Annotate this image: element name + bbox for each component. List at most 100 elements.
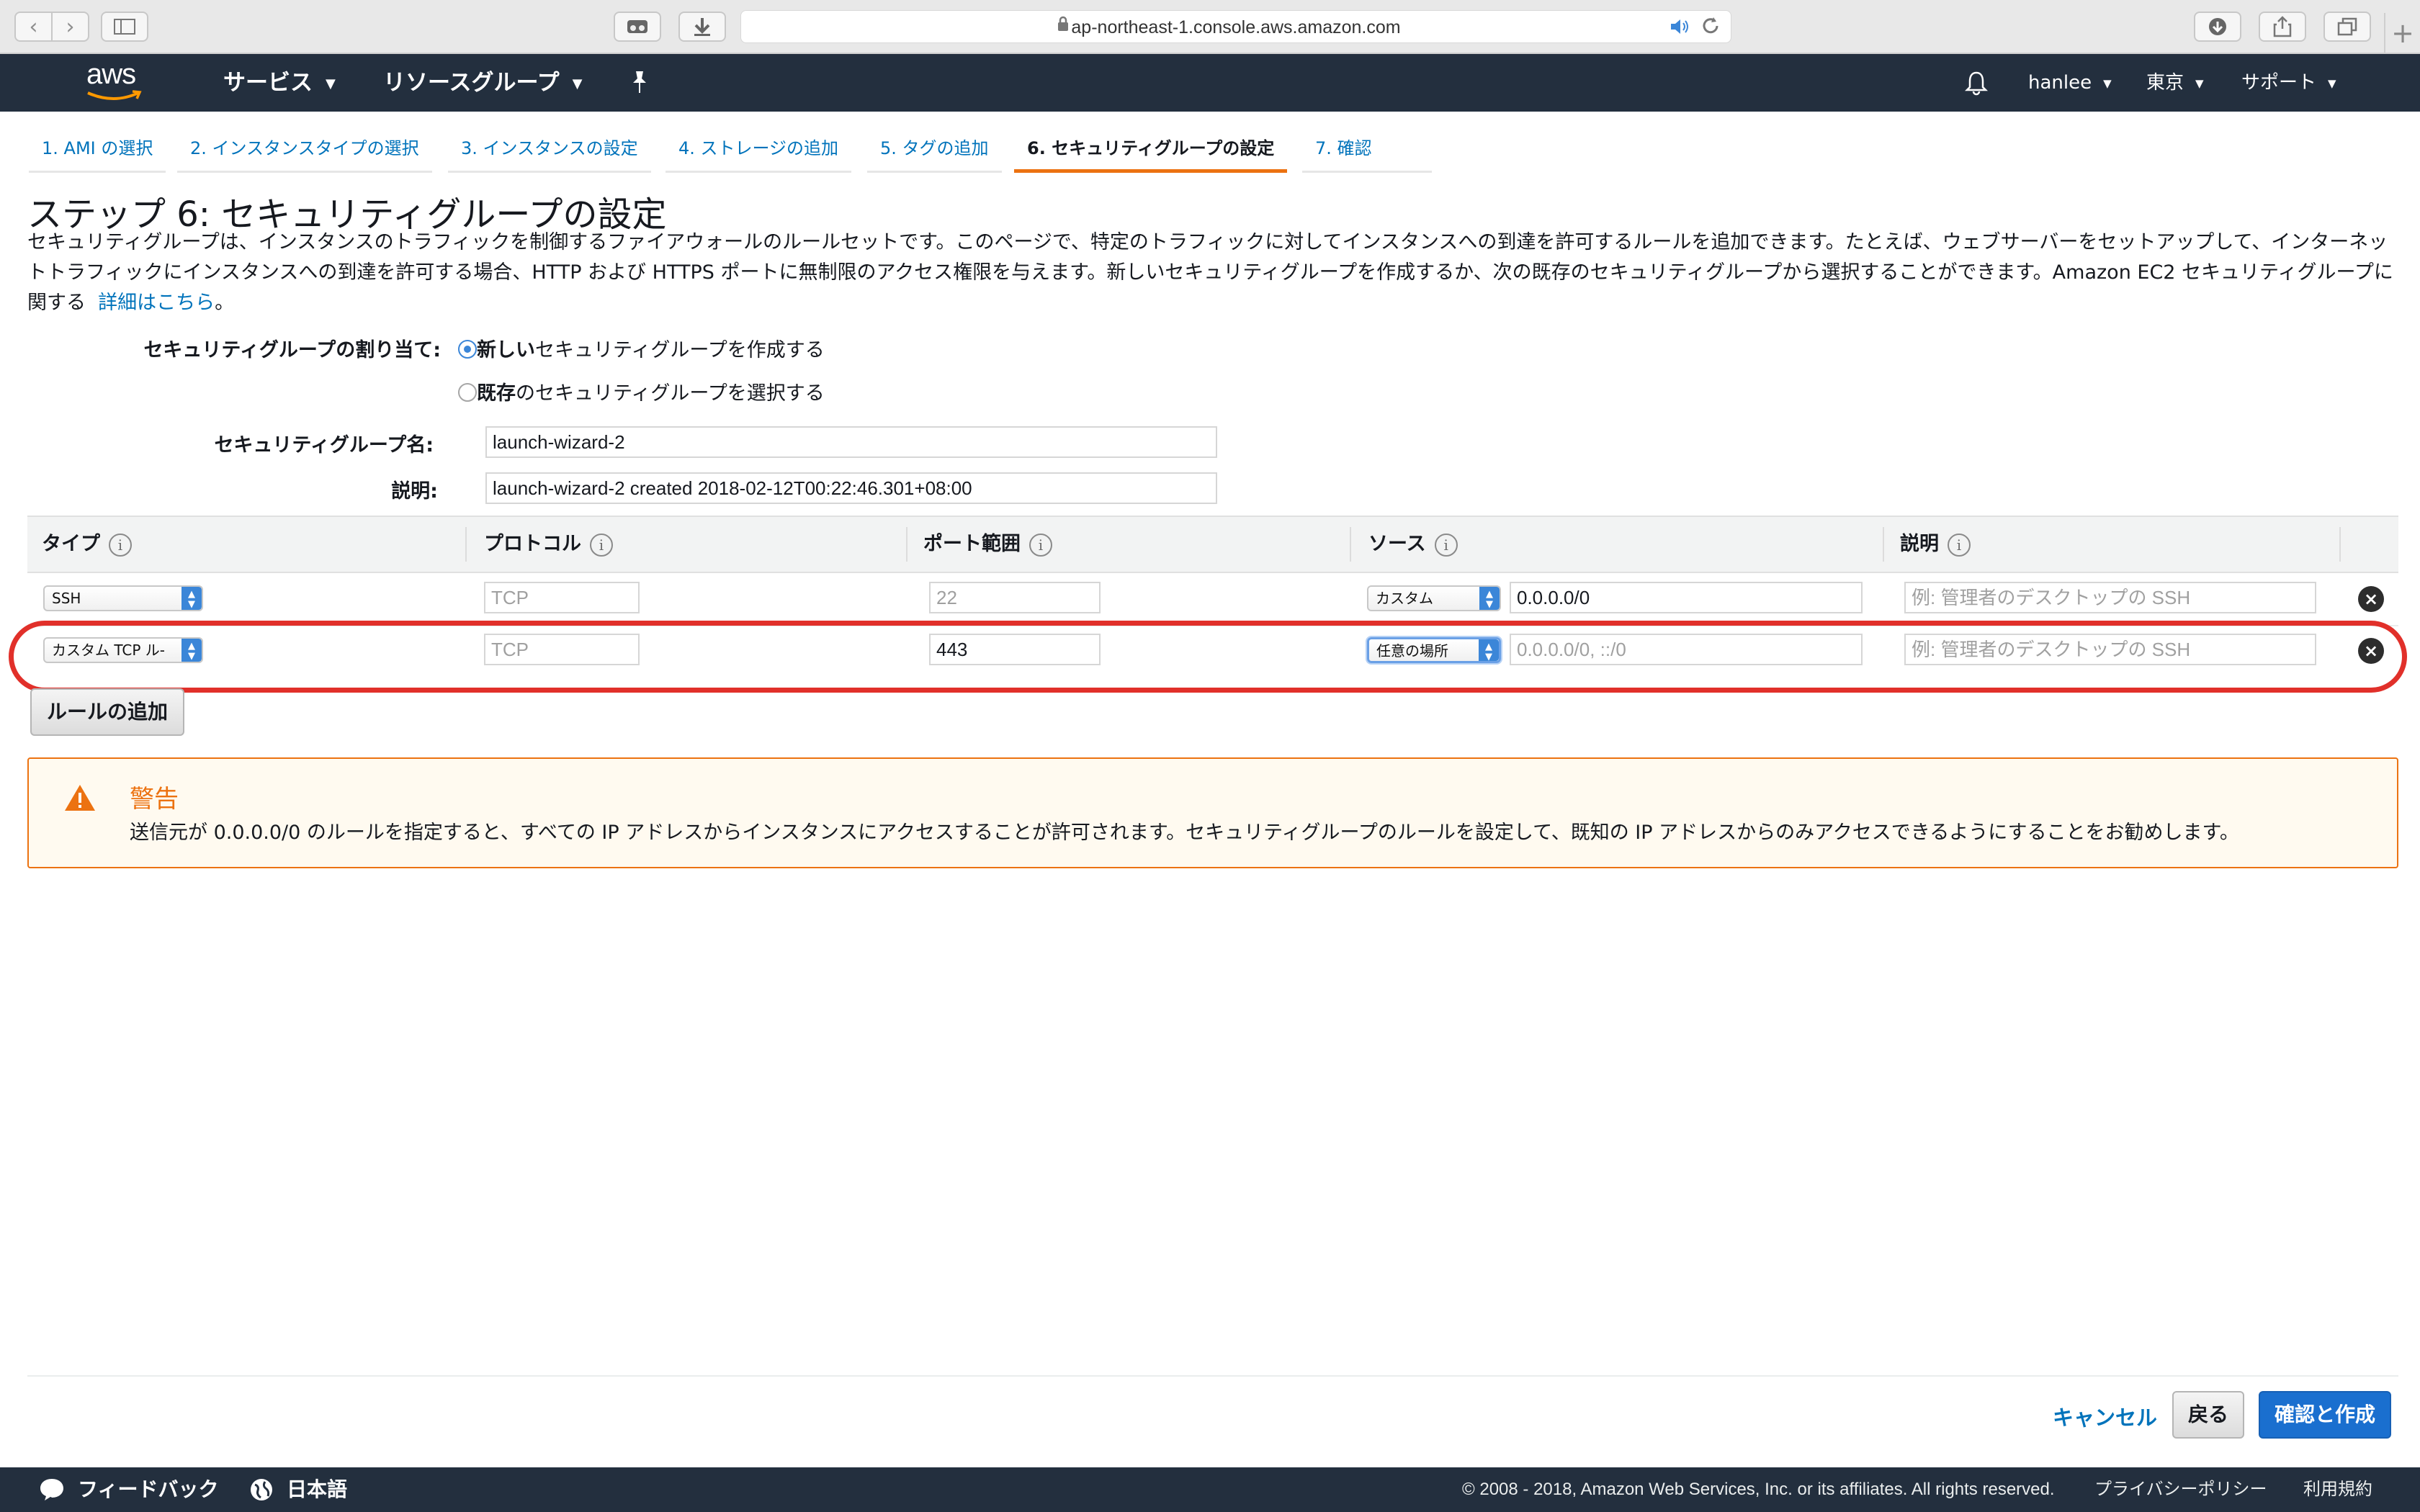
select-arrows-icon: ▲ ▼ <box>1479 587 1500 610</box>
group-desc-label: 説明: <box>391 480 438 503</box>
address-bar[interactable]: ap-northeast-1.console.aws.amazon.com <box>740 10 1731 43</box>
row1-remove-icon[interactable]: × <box>2358 586 2384 612</box>
info-icon[interactable]: i <box>1029 533 1052 557</box>
services-menu[interactable]: サービス ▼ <box>223 54 336 112</box>
chevron-down-icon: ▼ <box>572 76 583 91</box>
share-icon[interactable] <box>2259 12 2306 42</box>
header-description-label: 説明 <box>1900 533 1939 555</box>
warning-text: 送信元が 0.0.0.0/0 のルールを指定すると、すべての IP アドレスから… <box>130 822 2239 844</box>
tab-tags[interactable]: 5. タグの追加 <box>867 128 1002 173</box>
radio-new-bold: 新しい <box>477 339 535 361</box>
support-menu[interactable]: サポート ▼ <box>2241 54 2336 112</box>
radio-new-group[interactable] <box>458 340 477 359</box>
region-label: 東京 <box>2146 72 2184 94</box>
lock-icon <box>1058 16 1068 31</box>
reader-icon[interactable] <box>614 12 661 42</box>
assign-label: セキュリティグループの割り当て: <box>143 339 441 361</box>
url-text: ap-northeast-1.console.aws.amazon.com <box>1071 17 1401 37</box>
tab-storage[interactable]: 4. ストレージの追加 <box>666 128 852 173</box>
header-protocol: プロトコル i <box>484 517 613 572</box>
column-divider <box>1350 527 1351 562</box>
chevron-down-icon: ▼ <box>2328 76 2336 90</box>
row1-type-select[interactable]: SSH ▲ ▼ <box>43 585 203 611</box>
rules-table-header: タイプ i プロトコル i ポート範囲 i ソース i 説明 i <box>27 516 2398 573</box>
reload-icon[interactable] <box>1701 16 1720 36</box>
highlight-annotation <box>9 621 2407 693</box>
actions-divider <box>27 1375 2398 1377</box>
row1-port-field: 22 <box>929 582 1101 613</box>
radio-existing-bold: 既存 <box>477 382 516 405</box>
header-type: タイプ i <box>42 517 132 572</box>
aws-navbar: aws サービス ▼ リソースグループ ▼ hanlee ▼ 東京 ▼ サポート ▼ <box>0 54 2420 112</box>
group-desc-input[interactable]: launch-wizard-2 created 2018-02-12T00:22… <box>485 472 1217 504</box>
aws-logo[interactable]: aws <box>84 58 148 104</box>
browser-nav-buttons: ‹ › <box>14 12 89 42</box>
info-icon[interactable]: i <box>1434 533 1458 557</box>
download-arrow-icon[interactable] <box>678 12 726 42</box>
warning-title: 警告 <box>130 785 179 814</box>
page-description: セキュリティグループは、インスタンスのトラフィックを制御するファイアウォールのル… <box>27 228 2397 318</box>
header-source: ソース i <box>1368 517 1458 572</box>
header-source-label: ソース <box>1368 533 1426 555</box>
user-name: hanlee <box>2028 72 2092 94</box>
feedback-link[interactable]: フィードバック <box>78 1467 218 1512</box>
group-name-input[interactable]: launch-wizard-2 <box>485 426 1217 458</box>
row1-source-select[interactable]: カスタム ▲ ▼ <box>1367 585 1501 611</box>
radio-existing-group[interactable] <box>458 383 477 402</box>
browser-toolbar: ‹ › ap-northeast-1.console.aws.amazon.co… <box>0 0 2420 54</box>
aws-smile-icon <box>87 90 142 100</box>
tab-review[interactable]: 7. 確認 <box>1302 128 1432 173</box>
radio-new-rest: セキュリティグループを作成する <box>535 339 825 361</box>
chevron-down-icon: ▼ <box>326 76 336 91</box>
back-button[interactable]: 戻る <box>2172 1391 2244 1439</box>
row1-source-select-value: カスタム <box>1376 590 1433 607</box>
header-protocol-label: プロトコル <box>484 533 581 555</box>
row1-type-value: SSH <box>52 590 81 607</box>
group-name-label: セキュリティグループ名: <box>214 434 434 456</box>
resource-groups-menu[interactable]: リソースグループ ▼ <box>383 54 582 112</box>
region-menu[interactable]: 東京 ▼ <box>2146 54 2204 112</box>
row1-source-input[interactable]: 0.0.0.0/0 <box>1510 582 1863 613</box>
select-arrows-icon: ▲ ▼ <box>182 587 202 610</box>
header-type-label: タイプ <box>42 533 100 555</box>
header-port-label: ポート範囲 <box>923 533 1021 555</box>
info-icon[interactable]: i <box>1948 533 1971 557</box>
privacy-policy-link[interactable]: プライバシーポリシー <box>2094 1467 2267 1512</box>
user-menu[interactable]: hanlee ▼ <box>2028 54 2112 112</box>
forward-arrow-icon[interactable]: › <box>51 13 88 40</box>
tab-ami[interactable]: 1. AMI の選択 <box>29 128 166 173</box>
info-icon[interactable]: i <box>590 533 613 557</box>
footer: フィードバック 日本語 © 2008 - 2018, Amazon Web Se… <box>0 1467 2420 1512</box>
details-link[interactable]: 詳細はこちら <box>98 292 215 314</box>
tab-instance-config[interactable]: 3. インスタンスの設定 <box>448 128 651 173</box>
cancel-button[interactable]: キャンセル <box>2053 1401 2157 1431</box>
row1-description-input[interactable]: 例: 管理者のデスクトップの SSH <box>1904 582 2316 613</box>
tab-security-group[interactable]: 6. セキュリティグループの設定 <box>1014 128 1288 173</box>
bell-icon[interactable] <box>1965 70 1988 96</box>
header-port-range: ポート範囲 i <box>923 517 1052 572</box>
tab-instance-type[interactable]: 2. インスタンスタイプの選択 <box>177 128 432 173</box>
column-divider <box>1883 527 1884 562</box>
review-and-launch-button[interactable]: 確認と作成 <box>2259 1391 2391 1439</box>
info-icon[interactable]: i <box>109 533 132 557</box>
tabs-overview-icon[interactable] <box>2323 12 2371 42</box>
sidebar-toggle-icon[interactable] <box>101 12 148 42</box>
language-selector[interactable]: 日本語 <box>287 1467 347 1512</box>
terms-link[interactable]: 利用規約 <box>2303 1467 2372 1512</box>
back-arrow-icon[interactable]: ‹ <box>16 13 51 40</box>
chevron-down-icon: ▼ <box>2103 76 2112 90</box>
chevron-down-icon: ▼ <box>2195 76 2204 90</box>
radio-new-label: 新しいセキュリティグループを作成する <box>477 334 825 362</box>
description-period: 。 <box>215 292 235 314</box>
downloads-icon[interactable] <box>2194 12 2241 42</box>
new-tab-plus-icon[interactable]: + <box>2384 13 2420 53</box>
speaker-icon[interactable] <box>1670 17 1690 36</box>
services-label: サービス <box>223 70 313 96</box>
warning-icon <box>65 785 95 811</box>
column-divider <box>465 527 467 562</box>
add-rule-button[interactable]: ルールの追加 <box>30 688 184 736</box>
pin-icon[interactable] <box>629 70 650 94</box>
support-label: サポート <box>2241 72 2317 94</box>
radio-existing-label: 既存のセキュリティグループを選択する <box>477 377 825 405</box>
radio-existing-rest: のセキュリティグループを選択する <box>516 382 825 405</box>
